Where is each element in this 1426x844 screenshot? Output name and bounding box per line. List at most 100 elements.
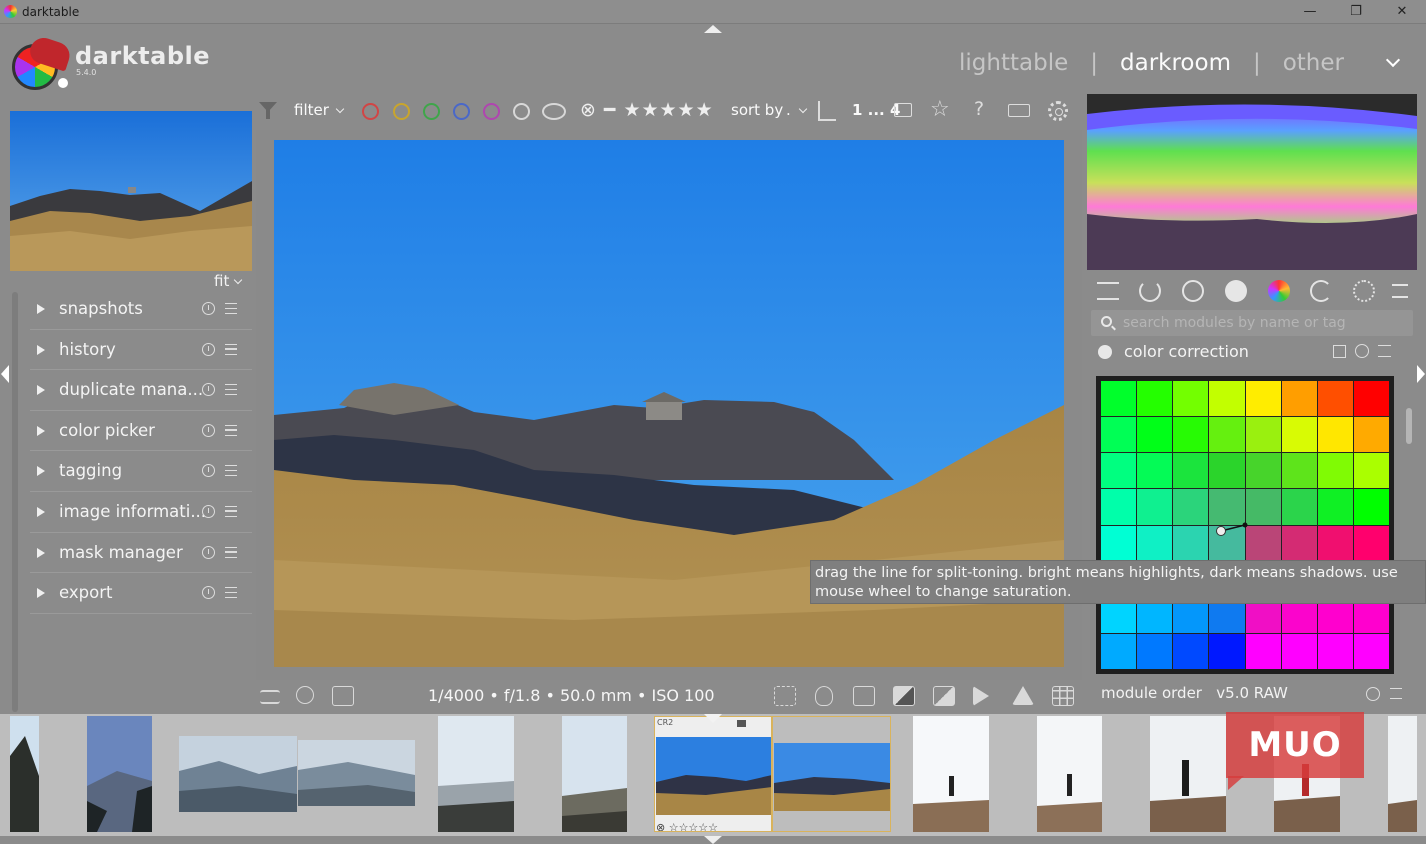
color-label-red-icon[interactable] bbox=[362, 103, 379, 120]
presets-menu-icon[interactable] bbox=[225, 384, 237, 396]
left-panel-scrollbar[interactable] bbox=[12, 292, 18, 712]
collapse-right-arrow-icon[interactable] bbox=[1417, 365, 1425, 383]
gear-icon[interactable] bbox=[1048, 101, 1068, 121]
sort-order-icon[interactable] bbox=[818, 101, 836, 121]
presets-menu-icon[interactable] bbox=[1378, 345, 1391, 357]
reset-icon[interactable] bbox=[202, 464, 215, 478]
help-icon[interactable]: ? bbox=[974, 98, 984, 120]
grouping-icon[interactable] bbox=[894, 103, 912, 117]
split-toning-color-grid[interactable] bbox=[1096, 376, 1394, 674]
histogram[interactable] bbox=[1087, 94, 1417, 270]
color-label-green-icon[interactable] bbox=[423, 103, 440, 120]
overlays-menu-icon[interactable] bbox=[260, 690, 280, 704]
filmstrip-thumbnail[interactable] bbox=[179, 736, 297, 812]
filmstrip-thumbnail[interactable] bbox=[438, 716, 514, 832]
reset-icon[interactable] bbox=[202, 504, 215, 518]
power-icon[interactable] bbox=[1139, 280, 1161, 302]
presets-menu-icon[interactable] bbox=[1390, 688, 1402, 699]
raw-overexposed-icon[interactable] bbox=[853, 686, 875, 706]
chevron-down-icon[interactable] bbox=[798, 104, 808, 114]
presets-menu-icon[interactable] bbox=[225, 465, 237, 477]
maximize-button[interactable]: ❐ bbox=[1336, 2, 1376, 22]
color-correction-header[interactable]: color correction bbox=[1087, 338, 1417, 366]
presets-menu-icon[interactable] bbox=[225, 424, 237, 436]
group-icon[interactable] bbox=[737, 720, 746, 727]
collapse-bottom-arrow-icon[interactable] bbox=[704, 836, 722, 844]
star-overlay-icon[interactable]: ☆ bbox=[930, 97, 950, 122]
multi-instance-icon[interactable] bbox=[1333, 345, 1346, 358]
module-history[interactable]: history bbox=[30, 330, 252, 371]
filmstrip-thumbnail[interactable] bbox=[562, 716, 627, 832]
chevron-down-icon[interactable] bbox=[335, 104, 345, 114]
focus-peaking-icon[interactable] bbox=[774, 686, 796, 706]
sort-by-value[interactable]: . bbox=[786, 101, 791, 119]
view-lighttable[interactable]: lighttable bbox=[959, 50, 1068, 76]
warning-icon[interactable] bbox=[1012, 686, 1034, 705]
module-export[interactable]: export bbox=[30, 573, 252, 614]
filmstrip-thumbnail[interactable] bbox=[298, 740, 415, 806]
module-color-picker[interactable]: color picker bbox=[30, 411, 252, 452]
presets-menu-icon[interactable] bbox=[225, 303, 237, 314]
reset-icon[interactable] bbox=[202, 423, 215, 437]
reset-icon[interactable] bbox=[202, 383, 215, 397]
module-tagging[interactable]: tagging bbox=[30, 451, 252, 492]
filmstrip-thumbnail[interactable] bbox=[1388, 716, 1417, 832]
view-other[interactable]: other bbox=[1283, 50, 1344, 76]
clipping-indicator-icon[interactable] bbox=[893, 686, 915, 706]
navigation-thumbnail[interactable] bbox=[10, 111, 252, 271]
correct-group-icon[interactable] bbox=[1310, 280, 1332, 302]
color-label-blue-icon[interactable] bbox=[453, 103, 470, 120]
color-label-toggle-icon[interactable] bbox=[542, 103, 566, 120]
color-group-icon[interactable] bbox=[1268, 280, 1290, 302]
chevron-down-icon[interactable] bbox=[1385, 52, 1401, 68]
color-label-yellow-icon[interactable] bbox=[393, 103, 410, 120]
collapse-top-arrow-icon[interactable] bbox=[704, 25, 722, 33]
reset-icon[interactable] bbox=[1355, 344, 1369, 358]
softproof-icon[interactable] bbox=[933, 686, 955, 706]
filmstrip-thumbnail[interactable] bbox=[1037, 716, 1102, 832]
right-panel-scrollbar[interactable] bbox=[1406, 408, 1412, 444]
presets-menu-icon[interactable] bbox=[225, 587, 237, 599]
presets-menu-icon[interactable] bbox=[225, 505, 237, 517]
highlights-handle[interactable] bbox=[1242, 522, 1248, 528]
gamut-check-icon[interactable] bbox=[973, 686, 989, 706]
filmstrip-thumbnail[interactable] bbox=[1150, 716, 1226, 832]
thumbnail-rating[interactable]: ⊗ ☆☆☆☆☆ bbox=[656, 821, 718, 831]
reset-icon[interactable] bbox=[1366, 687, 1380, 701]
shadows-handle[interactable] bbox=[1216, 526, 1226, 536]
reset-icon[interactable] bbox=[202, 586, 215, 600]
filmstrip-thumbnail-selected[interactable]: CR2 ⊗ ☆☆☆☆☆ bbox=[654, 716, 772, 832]
collapse-left-arrow-icon[interactable] bbox=[1, 365, 9, 383]
reset-icon[interactable] bbox=[202, 342, 215, 356]
reset-icon[interactable] bbox=[202, 545, 215, 559]
tone-group-icon[interactable] bbox=[1225, 280, 1247, 302]
color-assessment-icon[interactable] bbox=[815, 686, 833, 706]
filmstrip-thumbnail[interactable] bbox=[87, 716, 152, 832]
module-power-icon[interactable] bbox=[1098, 345, 1112, 359]
minimize-button[interactable]: — bbox=[1290, 2, 1330, 22]
module-search-input[interactable]: search modules by name or tag bbox=[1091, 310, 1413, 336]
keyboard-shortcuts-icon[interactable] bbox=[1008, 104, 1030, 117]
close-button[interactable]: ✕ bbox=[1382, 2, 1422, 22]
effects-group-icon[interactable] bbox=[1353, 280, 1375, 302]
presets-menu-icon[interactable] bbox=[225, 546, 237, 558]
filmstrip-thumbnail[interactable] bbox=[10, 716, 39, 832]
color-label-none-icon[interactable] bbox=[513, 103, 530, 120]
filmstrip-thumbnail[interactable] bbox=[772, 716, 891, 832]
zoom-fit-dropdown[interactable]: fit bbox=[214, 272, 243, 290]
module-duplicate-manager[interactable]: duplicate mana... bbox=[30, 370, 252, 411]
view-darkroom[interactable]: darkroom bbox=[1120, 50, 1231, 76]
presets-menu-icon[interactable] bbox=[1392, 284, 1408, 298]
base-group-icon[interactable] bbox=[1182, 280, 1204, 302]
second-window-icon[interactable] bbox=[332, 686, 354, 706]
filter-icon[interactable] bbox=[258, 100, 278, 120]
guides-grid-icon[interactable] bbox=[1052, 686, 1074, 706]
module-image-information[interactable]: image informati... bbox=[30, 492, 252, 533]
color-label-purple-icon[interactable] bbox=[483, 103, 500, 120]
rating-filter[interactable]: ⊗ ━ ★★★★★ bbox=[580, 99, 714, 121]
quick-access-icon[interactable] bbox=[1097, 282, 1119, 300]
styles-icon[interactable] bbox=[296, 686, 314, 704]
module-order[interactable]: module order v5.0 RAW bbox=[1101, 684, 1288, 702]
module-snapshots[interactable]: snapshots bbox=[30, 289, 252, 330]
filmstrip-thumbnail[interactable] bbox=[913, 716, 989, 832]
